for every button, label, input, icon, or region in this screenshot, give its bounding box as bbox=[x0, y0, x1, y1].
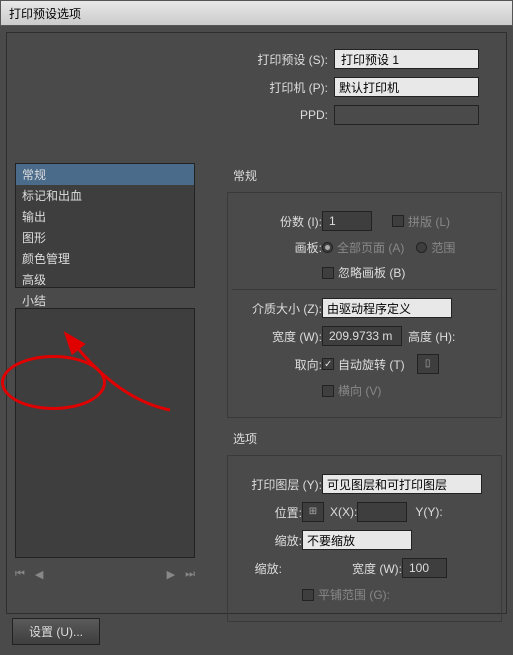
setup-button[interactable]: 设置 (U)... bbox=[12, 618, 100, 645]
gen-height-label: 高度 (H): bbox=[408, 328, 455, 345]
x-label: X(X): bbox=[330, 505, 357, 519]
layers-label: 打印图层 (Y): bbox=[232, 476, 322, 493]
y-label: Y(Y): bbox=[415, 505, 442, 519]
preset-label: 打印预设 (S): bbox=[224, 51, 334, 68]
gen-width-label: 宽度 (W): bbox=[232, 328, 322, 345]
placement-grid-icon[interactable]: ⊞ bbox=[302, 502, 324, 522]
placement-label: 位置: bbox=[232, 504, 302, 521]
media-label: 介质大小 (Z): bbox=[232, 300, 322, 317]
sidebar-item-color[interactable]: 颜色管理 bbox=[16, 248, 194, 269]
printer-label: 打印机 (P): bbox=[224, 79, 334, 96]
options-title: 选项 bbox=[233, 430, 506, 447]
artboard-label: 画板: bbox=[232, 239, 322, 256]
options-group: 打印图层 (Y): 可见图层和可打印图层 位置: ⊞ X(X): Y(Y): 缩… bbox=[227, 455, 502, 622]
ignore-artboard-checkbox[interactable] bbox=[322, 267, 334, 279]
titlebar: 打印预设选项 bbox=[0, 0, 513, 26]
preview-nav: ⏮ ◀ ▶ ⏭ bbox=[15, 568, 195, 581]
sidebar-item-general[interactable]: 常规 bbox=[16, 164, 194, 185]
auto-rotate-label: 自动旋转 (T) bbox=[338, 356, 405, 373]
nav-prev-icon[interactable]: ◀ bbox=[35, 568, 43, 581]
tile-label: 平铺范围 (G): bbox=[318, 586, 390, 603]
layers-dropdown[interactable]: 可见图层和可打印图层 bbox=[322, 474, 482, 494]
orient-label: 取向: bbox=[232, 356, 322, 373]
ignore-artboard-label: 忽略画板 (B) bbox=[338, 264, 405, 281]
collate-label: 拼版 (L) bbox=[408, 213, 450, 230]
general-group: 份数 (I): 拼版 (L) 画板: 全部页面 (A) 范围 bbox=[227, 192, 502, 418]
scale-label: 缩放: bbox=[232, 532, 302, 549]
auto-rotate-checkbox[interactable] bbox=[322, 358, 334, 370]
print-preset-dialog: 打印预设选项 打印预设 (S): 打印机 (P): 默认打印机 PPD: 常规 … bbox=[0, 0, 513, 655]
tile-checkbox[interactable] bbox=[302, 589, 314, 601]
preset-input[interactable] bbox=[334, 49, 479, 69]
opt-width-label: 宽度 (W): bbox=[352, 560, 402, 577]
category-list[interactable]: 常规 标记和出血 输出 图形 颜色管理 高级 小结 bbox=[15, 163, 195, 288]
ppd-dropdown bbox=[334, 105, 479, 125]
sidebar-item-output[interactable]: 输出 bbox=[16, 206, 194, 227]
printer-dropdown[interactable]: 默认打印机 bbox=[334, 77, 479, 97]
nav-last-icon[interactable]: ⏭ bbox=[185, 568, 195, 581]
opt-width-input[interactable] bbox=[402, 558, 447, 578]
landscape-label: 横向 (V) bbox=[338, 382, 381, 399]
scale2-label: 缩放: bbox=[232, 560, 282, 577]
range-label: 范围 bbox=[431, 239, 455, 256]
media-dropdown[interactable]: 由驱动程序定义 bbox=[322, 298, 452, 318]
window-title: 打印预设选项 bbox=[9, 7, 81, 21]
all-pages-label: 全部页面 (A) bbox=[337, 239, 404, 256]
right-pane: 常规 份数 (I): 拼版 (L) 画板: 全部页面 (A) bbox=[223, 163, 506, 613]
all-pages-radio[interactable] bbox=[322, 242, 333, 253]
preview-box bbox=[15, 308, 195, 558]
sidebar: 常规 标记和出血 输出 图形 颜色管理 高级 小结 ⏮ ◀ ▶ ⏭ bbox=[15, 163, 195, 581]
sidebar-item-advanced[interactable]: 高级 bbox=[16, 269, 194, 290]
range-radio[interactable] bbox=[416, 242, 427, 253]
dialog-body: 打印预设 (S): 打印机 (P): 默认打印机 PPD: 常规 标记和出血 输… bbox=[6, 32, 507, 614]
scale-dropdown[interactable]: 不要缩放 bbox=[302, 530, 412, 550]
landscape-checkbox[interactable] bbox=[322, 385, 334, 397]
nav-next-icon[interactable]: ▶ bbox=[167, 568, 175, 581]
copies-label: 份数 (I): bbox=[232, 213, 322, 230]
gen-width-input bbox=[322, 326, 402, 346]
general-title: 常规 bbox=[233, 167, 506, 184]
nav-first-icon[interactable]: ⏮ bbox=[15, 568, 25, 581]
sidebar-item-graphics[interactable]: 图形 bbox=[16, 227, 194, 248]
orient-portrait-icon[interactable]: ▯ bbox=[417, 354, 439, 374]
ppd-label: PPD: bbox=[224, 108, 334, 122]
x-input[interactable] bbox=[357, 502, 407, 522]
sidebar-item-marks[interactable]: 标记和出血 bbox=[16, 185, 194, 206]
top-fields: 打印预设 (S): 打印机 (P): 默认打印机 PPD: bbox=[224, 41, 504, 133]
copies-input[interactable] bbox=[322, 211, 372, 231]
collate-checkbox[interactable] bbox=[392, 215, 404, 227]
